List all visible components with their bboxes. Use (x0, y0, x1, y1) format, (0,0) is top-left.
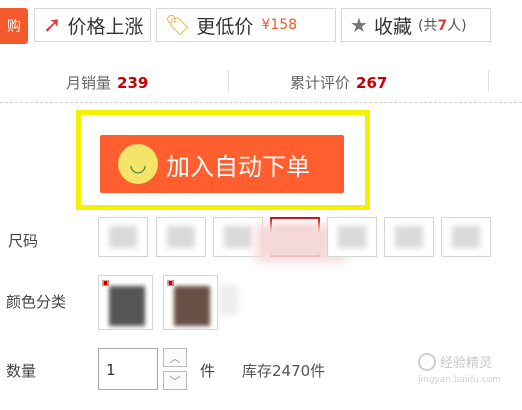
lower-price-value: ¥158 (261, 17, 298, 33)
favorite-button[interactable]: ★ 收藏 (共7人) (341, 8, 491, 42)
quantity-label: 数量 (6, 362, 37, 380)
quantity-decrease-button[interactable]: ﹀ (163, 371, 187, 390)
shopping-bag-icon: ◡ (118, 144, 158, 184)
arrow-up-right-icon: ➚ (43, 12, 62, 38)
price-up-label: 价格上涨 (67, 15, 144, 38)
buy-icon[interactable]: 购 (0, 8, 28, 44)
chevron-down-icon: ﹀ (169, 374, 181, 388)
color-option[interactable]: ▣ (98, 275, 153, 330)
size-label: 尺码 (8, 232, 39, 250)
quantity-increase-button[interactable]: ︿ (163, 348, 187, 367)
favorite-label: 收藏 (373, 15, 412, 38)
color-label: 颜色分类 (6, 293, 67, 311)
stock-text: 库存2470件 (242, 362, 326, 380)
lower-price-label: 更低价 (196, 15, 254, 38)
watermark: 经验精灵 (418, 352, 492, 371)
price-tag-icon: 🏷 (165, 13, 191, 37)
size-option[interactable] (98, 217, 148, 257)
quantity-unit: 件 (200, 362, 216, 380)
star-icon: ★ (350, 13, 368, 37)
monthly-sales: 月销量 239 (66, 74, 149, 92)
auto-order-label: 加入自动下单 (166, 152, 310, 181)
chevron-up-icon: ︿ (169, 351, 181, 365)
watermark-url: jingyan.baidu.com (418, 375, 502, 385)
favorite-count: (共7人) (417, 18, 467, 34)
size-option[interactable] (327, 217, 377, 257)
size-option[interactable] (384, 217, 434, 257)
color-option[interactable]: ▣ (163, 275, 218, 330)
sales-stats: 月销量 239 累计评价 267 (0, 60, 522, 103)
stats-divider (488, 70, 489, 92)
stats-divider (228, 70, 229, 92)
quantity-input[interactable]: 1 (98, 348, 158, 390)
auto-order-button[interactable]: ◡ 加入自动下单 (100, 135, 344, 193)
top-toolbar: 购 ➚ 价格上涨 🏷 更低价 ¥158 ★ 收藏 (共7人) (0, 0, 522, 48)
size-option[interactable] (441, 217, 491, 257)
total-reviews[interactable]: 累计评价 267 (290, 72, 387, 93)
size-option[interactable] (156, 217, 206, 257)
price-up-button[interactable]: ➚ 价格上涨 (34, 8, 151, 42)
watermark-logo-icon (418, 352, 436, 371)
blurred-region (218, 285, 238, 315)
lower-price-button[interactable]: 🏷 更低价 ¥158 (156, 8, 336, 42)
